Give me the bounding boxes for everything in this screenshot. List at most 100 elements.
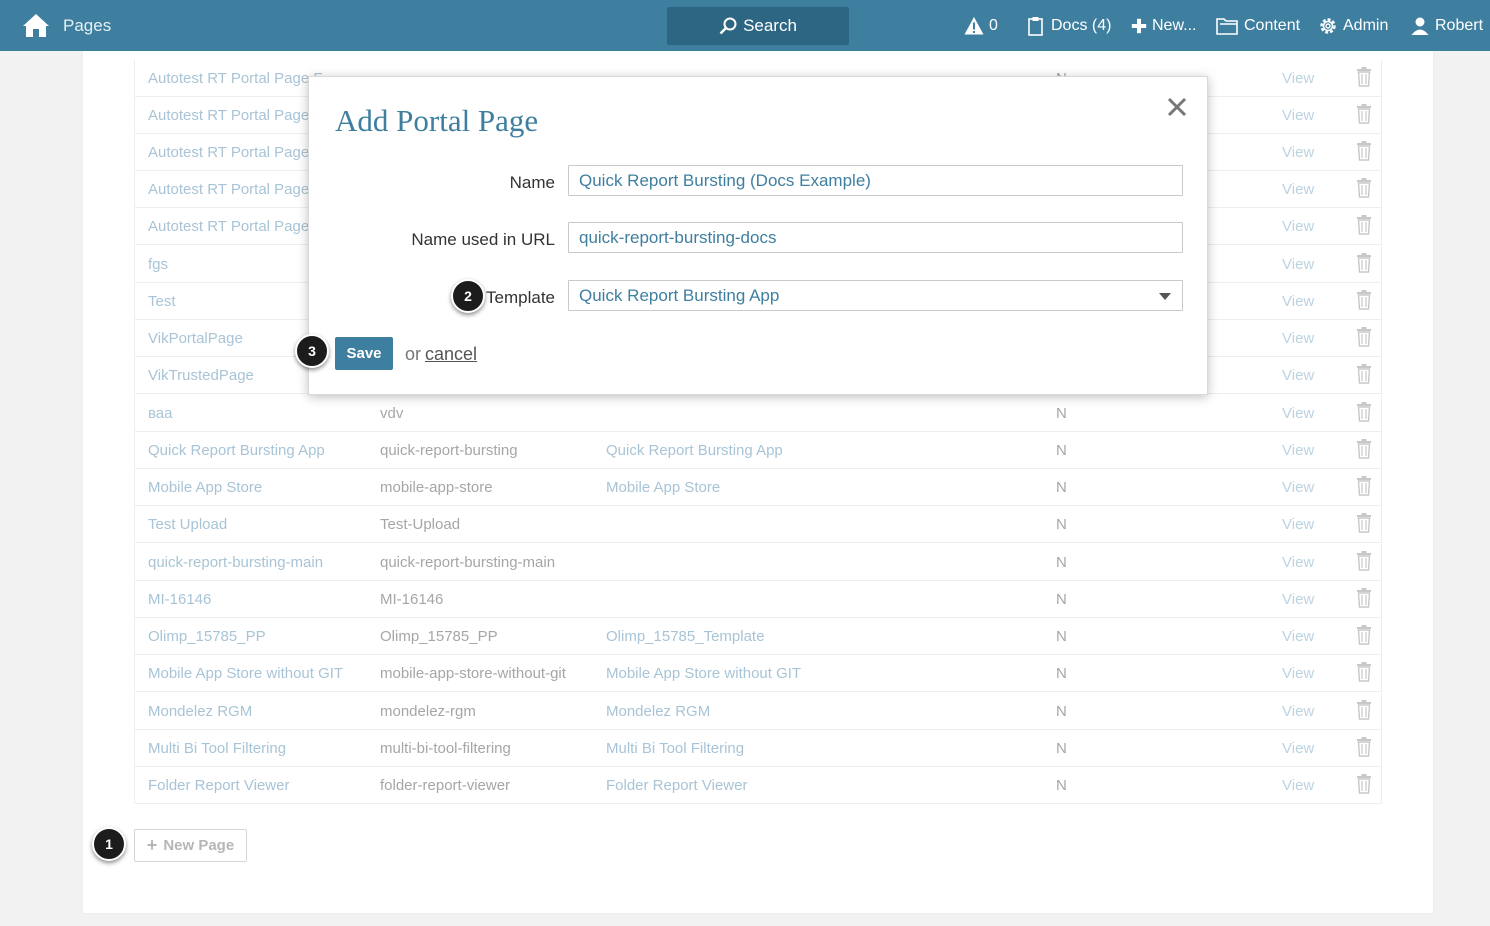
view-link[interactable]: View bbox=[1282, 181, 1314, 198]
table-row: Test Upload Test-Upload N View bbox=[134, 506, 1382, 543]
trash-icon[interactable] bbox=[1356, 476, 1372, 496]
table-row: Mondelez RGM mondelez-rgm Mondelez RGM N Vie… bbox=[134, 693, 1382, 730]
page-template-link[interactable]: Quick Report Bursting App bbox=[606, 442, 783, 459]
view-link[interactable]: View bbox=[1282, 591, 1314, 608]
view-link[interactable]: View bbox=[1282, 367, 1314, 384]
new-button[interactable]: New... bbox=[1131, 14, 1196, 38]
view-link[interactable]: View bbox=[1282, 144, 1314, 161]
page-flag-cell: N bbox=[1056, 442, 1067, 459]
view-link[interactable]: View bbox=[1282, 442, 1314, 459]
page-name-link[interactable]: fgs bbox=[148, 256, 168, 273]
trash-icon[interactable] bbox=[1356, 700, 1372, 720]
page-flag-cell: N bbox=[1056, 591, 1067, 608]
docs-button[interactable]: Docs (4) bbox=[1026, 14, 1111, 38]
trash-icon[interactable] bbox=[1356, 513, 1372, 533]
trash-icon[interactable] bbox=[1356, 253, 1372, 273]
page-name-link[interactable]: Autotest RT Portal Page bbox=[148, 218, 309, 235]
user-label: Robert bbox=[1435, 17, 1484, 34]
view-link[interactable]: View bbox=[1282, 554, 1314, 571]
page-template-link[interactable]: Folder Report Viewer bbox=[606, 777, 747, 794]
page-name-link[interactable]: Mobile App Store without GIT bbox=[148, 665, 343, 682]
view-link[interactable]: View bbox=[1282, 777, 1314, 794]
view-link[interactable]: View bbox=[1282, 70, 1314, 87]
page-url-cell: vdv bbox=[380, 405, 404, 422]
trash-icon[interactable] bbox=[1356, 625, 1372, 645]
trash-icon[interactable] bbox=[1356, 439, 1372, 459]
page-name-link[interactable]: Autotest RT Portal Page bbox=[148, 107, 309, 124]
admin-button[interactable]: Admin bbox=[1318, 14, 1388, 38]
view-link[interactable]: View bbox=[1282, 405, 1314, 422]
add-portal-page-dialog: Add Portal Page Name Quick Report Bursti… bbox=[308, 76, 1208, 395]
content-button[interactable]: Content bbox=[1215, 14, 1300, 38]
page-url-cell: mobile-app-store-without-git bbox=[380, 665, 566, 682]
page-name-link[interactable]: Olimp_15785_PP bbox=[148, 628, 266, 645]
url-field[interactable]: quick-report-bursting-docs bbox=[568, 222, 1183, 253]
close-icon[interactable] bbox=[1166, 96, 1188, 118]
user-menu[interactable]: Robert bbox=[1410, 14, 1483, 38]
page-template-link[interactable]: Mondelez RGM bbox=[606, 703, 710, 720]
page-name-link[interactable]: Autotest RT Portal Page bbox=[148, 144, 309, 161]
page-name-link[interactable]: Mobile App Store bbox=[148, 479, 262, 496]
view-link[interactable]: View bbox=[1282, 740, 1314, 757]
view-link[interactable]: View bbox=[1282, 256, 1314, 273]
trash-icon[interactable] bbox=[1356, 141, 1372, 161]
view-link[interactable]: View bbox=[1282, 628, 1314, 645]
page-template-link[interactable]: Olimp_15785_Template bbox=[606, 628, 764, 645]
trash-icon[interactable] bbox=[1356, 104, 1372, 124]
new-page-button[interactable]: + New Page bbox=[134, 829, 247, 862]
alerts-button[interactable]: 0 bbox=[964, 14, 998, 38]
trash-icon[interactable] bbox=[1356, 178, 1372, 198]
view-link[interactable]: View bbox=[1282, 665, 1314, 682]
trash-icon[interactable] bbox=[1356, 588, 1372, 608]
page-name-link[interactable]: Autotest RT Portal Page F bbox=[148, 70, 323, 87]
page-flag-cell: N bbox=[1056, 516, 1067, 533]
view-link[interactable]: View bbox=[1282, 218, 1314, 235]
view-link[interactable]: View bbox=[1282, 516, 1314, 533]
trash-icon[interactable] bbox=[1356, 402, 1372, 422]
view-link[interactable]: View bbox=[1282, 107, 1314, 124]
page-name-link[interactable]: Test bbox=[148, 293, 176, 310]
warning-icon bbox=[964, 17, 984, 35]
page-url-cell: mondelez-rgm bbox=[380, 703, 476, 720]
cancel-link[interactable]: cancel bbox=[425, 344, 477, 364]
view-link[interactable]: View bbox=[1282, 293, 1314, 310]
home-icon[interactable] bbox=[22, 12, 50, 38]
table-row: Folder Report Viewer folder-report-viewer… bbox=[134, 767, 1382, 804]
view-link[interactable]: View bbox=[1282, 479, 1314, 496]
save-button[interactable]: Save bbox=[335, 337, 393, 370]
page-name-link[interactable]: Test Upload bbox=[148, 516, 227, 533]
page-name-link[interactable]: Quick Report Bursting App bbox=[148, 442, 325, 459]
trash-icon[interactable] bbox=[1356, 774, 1372, 794]
page-name-link[interactable]: Autotest RT Portal Page bbox=[148, 181, 309, 198]
view-link[interactable]: View bbox=[1282, 703, 1314, 720]
page-name-link[interactable]: ваа bbox=[148, 405, 173, 422]
page-name-link[interactable]: quick-report-bursting-main bbox=[148, 554, 323, 571]
page-template-link[interactable]: Mobile App Store bbox=[606, 479, 720, 496]
search-icon bbox=[719, 17, 737, 35]
trash-icon[interactable] bbox=[1356, 737, 1372, 757]
page-name-link[interactable]: Folder Report Viewer bbox=[148, 777, 289, 794]
search-button[interactable]: Search bbox=[667, 7, 849, 45]
trash-icon[interactable] bbox=[1356, 290, 1372, 310]
page-template-link[interactable]: Multi Bi Tool Filtering bbox=[606, 740, 744, 757]
name-field[interactable]: Quick Report Bursting (Docs Example) bbox=[568, 165, 1183, 196]
page-name-link[interactable]: VikPortalPage bbox=[148, 330, 243, 347]
trash-icon[interactable] bbox=[1356, 364, 1372, 384]
gear-icon bbox=[1320, 18, 1336, 34]
trash-icon[interactable] bbox=[1356, 551, 1372, 571]
view-link[interactable]: View bbox=[1282, 330, 1314, 347]
page-flag-cell: N bbox=[1056, 405, 1067, 422]
trash-icon[interactable] bbox=[1356, 215, 1372, 235]
trash-icon[interactable] bbox=[1356, 67, 1372, 87]
table-row: Mobile App Store mobile-app-store Mobile A… bbox=[134, 469, 1382, 506]
page-name-link[interactable]: Multi Bi Tool Filtering bbox=[148, 740, 286, 757]
template-select[interactable]: Quick Report Bursting App bbox=[568, 280, 1183, 311]
page-template-link[interactable]: Mobile App Store without GIT bbox=[606, 665, 801, 682]
trash-icon[interactable] bbox=[1356, 662, 1372, 682]
page-name-link[interactable]: Mondelez RGM bbox=[148, 703, 252, 720]
page-name-link[interactable]: MI-16146 bbox=[148, 591, 211, 608]
trash-icon[interactable] bbox=[1356, 327, 1372, 347]
table-row: Quick Report Bursting App quick-report-bu… bbox=[134, 432, 1382, 469]
page-url-cell: quick-report-bursting bbox=[380, 442, 518, 459]
page-name-link[interactable]: VikTrustedPage bbox=[148, 367, 254, 384]
